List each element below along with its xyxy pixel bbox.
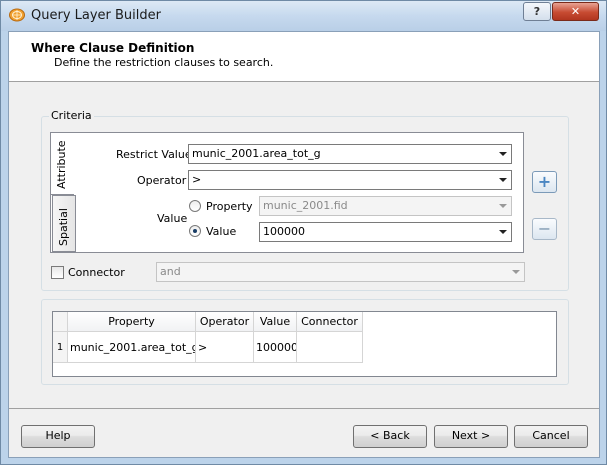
cell-operator[interactable]: > bbox=[196, 332, 254, 363]
chevron-down-icon bbox=[499, 152, 507, 156]
value-radio-label: Value bbox=[206, 225, 237, 238]
operator-label: Operator bbox=[137, 174, 187, 187]
tab-spatial-label: Spatial bbox=[57, 208, 70, 246]
app-icon bbox=[9, 8, 25, 22]
chevron-down-icon bbox=[512, 270, 520, 274]
help-titlebar-button[interactable]: ? bbox=[523, 2, 551, 21]
page-subtitle: Define the restriction clauses to search… bbox=[54, 56, 274, 69]
connector-combo[interactable]: and bbox=[156, 262, 525, 282]
restrict-value-combo[interactable]: munic_2001.area_tot_g bbox=[188, 144, 512, 164]
restrict-value-label: Restrict Value bbox=[116, 148, 192, 161]
title-bar: Query Layer Builder ? ✕ bbox=[1, 1, 606, 31]
value-combo[interactable]: 100000 bbox=[259, 222, 512, 242]
criteria-table[interactable]: Property Operator Value Connector 1 muni… bbox=[52, 311, 557, 377]
value-radio[interactable] bbox=[189, 225, 201, 237]
window-title: Query Layer Builder bbox=[31, 8, 161, 23]
cell-property[interactable]: munic_2001.area_tot_g bbox=[68, 332, 196, 363]
dialog-window: Query Layer Builder ? ✕ Where Clause Def… bbox=[0, 0, 607, 465]
connector-combo-text: and bbox=[160, 265, 181, 278]
property-combo-text: munic_2001.fid bbox=[263, 199, 348, 212]
help-button[interactable]: Help bbox=[21, 425, 95, 448]
restrict-value-text: munic_2001.area_tot_g bbox=[192, 147, 321, 160]
column-header-operator[interactable]: Operator bbox=[196, 312, 254, 332]
next-button[interactable]: Next > bbox=[434, 425, 508, 448]
cell-connector[interactable] bbox=[297, 332, 363, 363]
criteria-group-label: Criteria bbox=[49, 109, 94, 122]
chevron-down-icon bbox=[499, 230, 507, 234]
connector-label: Connector bbox=[68, 266, 125, 279]
operator-text: > bbox=[192, 173, 202, 186]
wizard-header: Where Clause Definition Define the restr… bbox=[9, 32, 599, 82]
column-header-value[interactable]: Value bbox=[254, 312, 297, 332]
tab-attribute-label: Attribute bbox=[55, 140, 68, 189]
connector-checkbox[interactable] bbox=[51, 266, 64, 279]
column-header-property[interactable]: Property bbox=[68, 312, 196, 332]
cancel-button[interactable]: Cancel bbox=[514, 425, 588, 448]
property-radio-label: Property bbox=[206, 200, 253, 213]
value-label: Value bbox=[157, 212, 188, 225]
chevron-down-icon bbox=[499, 178, 507, 182]
row-number[interactable]: 1 bbox=[53, 332, 68, 363]
remove-criteria-button[interactable]: − bbox=[532, 218, 557, 240]
cell-value[interactable]: 100000 bbox=[254, 332, 297, 363]
close-button[interactable]: ✕ bbox=[552, 2, 599, 21]
column-header-connector[interactable]: Connector bbox=[297, 312, 363, 332]
chevron-down-icon bbox=[499, 204, 507, 208]
tab-attribute[interactable]: Attribute bbox=[50, 132, 74, 195]
tab-spatial[interactable]: Spatial bbox=[52, 195, 76, 252]
operator-combo[interactable]: > bbox=[188, 170, 512, 190]
property-combo[interactable]: munic_2001.fid bbox=[259, 196, 512, 216]
table-corner bbox=[53, 312, 68, 332]
value-combo-text: 100000 bbox=[263, 225, 305, 238]
add-criteria-button[interactable]: + bbox=[532, 171, 557, 193]
back-button[interactable]: < Back bbox=[353, 425, 427, 448]
property-radio[interactable] bbox=[189, 200, 201, 212]
page-title: Where Clause Definition bbox=[31, 41, 195, 55]
footer-separator bbox=[9, 408, 599, 409]
dialog-client: Where Clause Definition Define the restr… bbox=[8, 31, 600, 458]
